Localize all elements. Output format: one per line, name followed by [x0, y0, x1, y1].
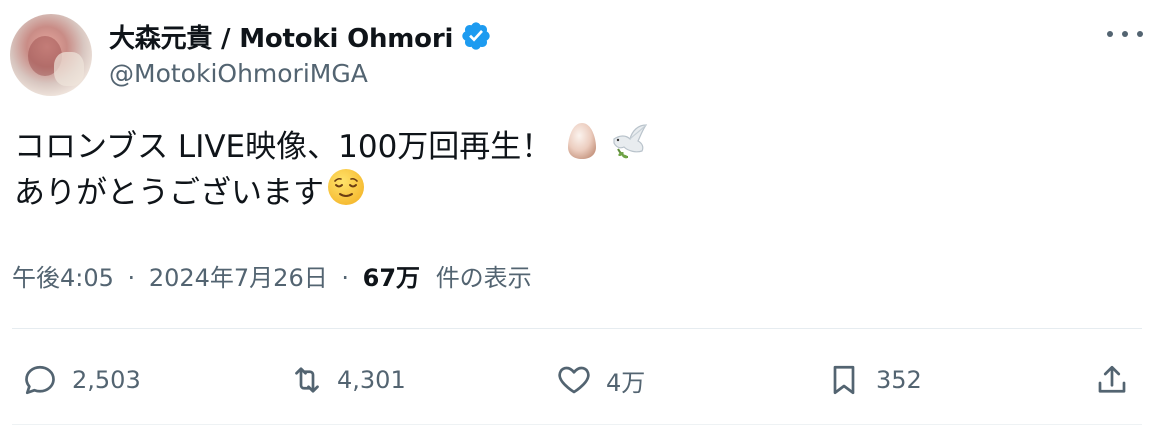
like-count: 4万 [606, 368, 646, 397]
tweet-text: コロンブス LIVE映像、100万回再生！ ありがとうございます [14, 122, 650, 216]
dot [1137, 31, 1143, 37]
dot [1122, 31, 1128, 37]
relieved-face-emoji [326, 167, 366, 220]
reply-button[interactable]: 2,503 [22, 350, 141, 410]
views-count[interactable]: 67万 [363, 264, 420, 292]
retweet-button[interactable]: 4,301 [289, 350, 406, 410]
divider [12, 424, 1142, 425]
heart-icon [558, 366, 590, 394]
reply-count: 2,503 [72, 366, 141, 394]
like-button[interactable]: 4万 [556, 350, 645, 410]
display-name[interactable]: 大森元貴 / Motoki Ohmori [109, 18, 453, 55]
divider [12, 328, 1142, 329]
more-options-icon[interactable] [1107, 22, 1143, 46]
action-bar: 2,503 4,301 4万 352 [0, 350, 1154, 410]
dove-emoji [610, 121, 650, 174]
share-button[interactable] [1094, 350, 1130, 410]
reply-icon [25, 365, 55, 395]
tweet-line-1-text: コロンブス LIVE映像、100万回再生！ [14, 129, 553, 165]
avatar-shade [54, 52, 84, 86]
tweet-line-2-text: ありがとうございます [14, 175, 324, 211]
bookmark-count: 352 [876, 366, 922, 394]
user-handle[interactable]: @MotokiOhmoriMGA [109, 59, 368, 88]
retweet-icon [295, 367, 319, 393]
tweet-time[interactable]: 午後4:05 [12, 264, 114, 292]
views-label: 件の表示 [435, 264, 532, 292]
tweet-meta: 午後4:05 · 2024年7月26日 · 67万 件の表示 [12, 258, 532, 293]
meta-separator: · [341, 264, 349, 292]
dot [1107, 31, 1113, 37]
author-name-row: 大森元貴 / Motoki Ohmori [109, 16, 492, 56]
share-icon [1098, 365, 1126, 393]
tweet-line-2: ありがとうございます [14, 168, 650, 216]
avatar[interactable] [10, 14, 92, 96]
verified-badge-icon[interactable] [460, 20, 492, 52]
meta-separator: · [127, 264, 136, 292]
bookmark-icon [833, 365, 855, 395]
egg-emoji [566, 121, 598, 174]
bookmark-button[interactable]: 352 [826, 350, 922, 410]
retweet-count: 4,301 [337, 366, 406, 394]
tweet-date[interactable]: 2024年7月26日 [149, 264, 328, 292]
tweet-line-1: コロンブス LIVE映像、100万回再生！ [14, 122, 650, 170]
